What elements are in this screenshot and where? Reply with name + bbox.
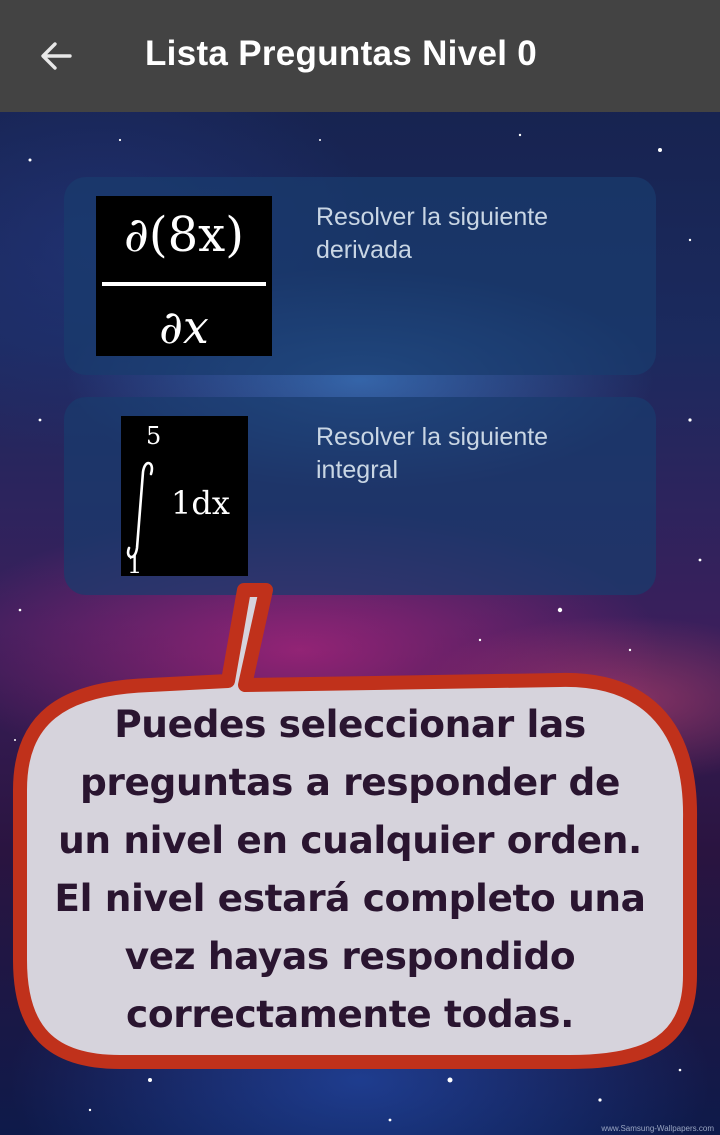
tooltip-message: Puedes seleccionar las preguntas a respo…	[30, 695, 670, 1043]
tooltip-line: preguntas a responder de	[79, 760, 621, 804]
wallpaper-watermark: www.Samsung-Wallpapers.com	[601, 1124, 714, 1133]
tooltip-line: correctamente todas.	[126, 992, 574, 1036]
tooltip-line: vez hayas respondido	[124, 934, 576, 978]
tooltip-line: Puedes seleccionar las	[114, 702, 586, 746]
tooltip-line: El nivel estará completo una	[54, 876, 646, 920]
tooltip-line: un nivel en cualquier orden.	[58, 818, 642, 862]
